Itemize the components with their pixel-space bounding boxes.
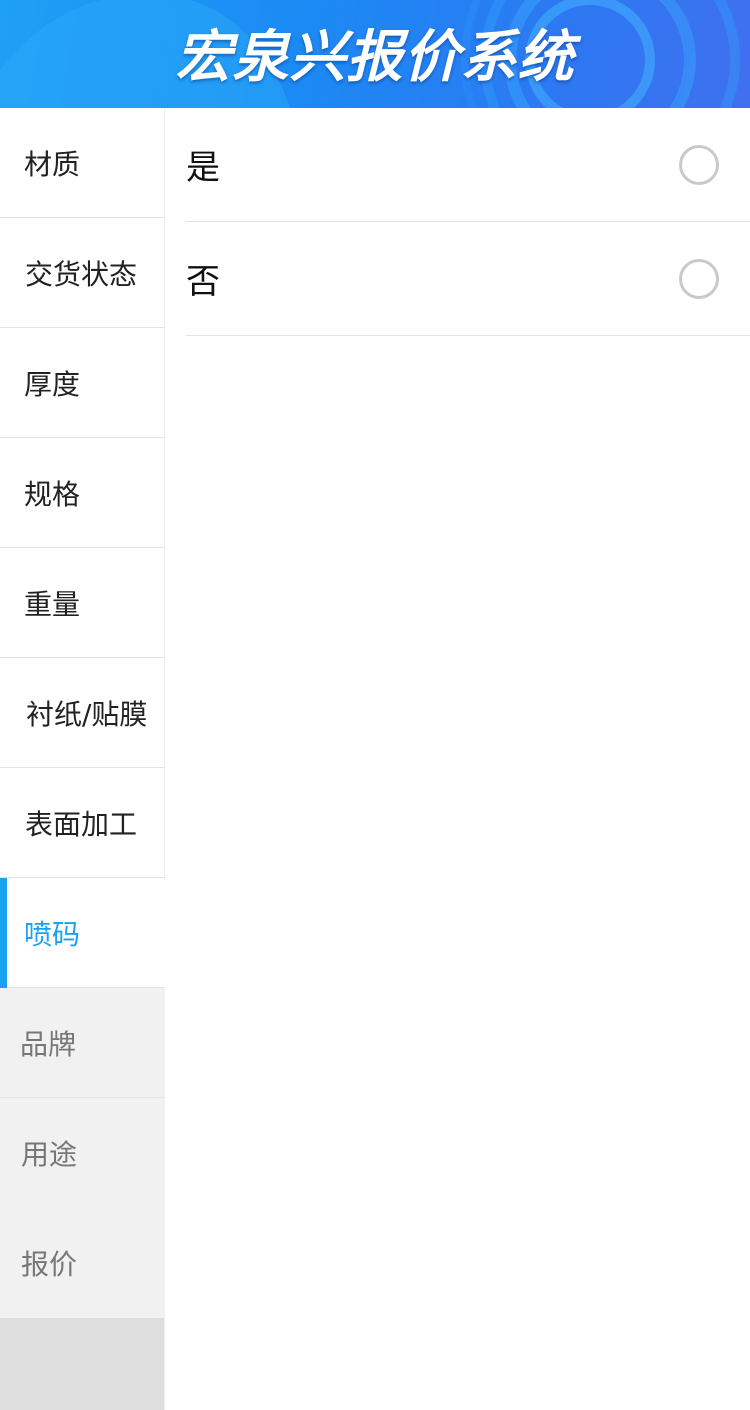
option-label: 是 [186,148,220,188]
sidebar-item-inkjet-code[interactable]: 喷码 [0,878,165,988]
sidebar-item-label: 厚度 [24,367,81,401]
sidebar-item-surface-treatment[interactable]: 表面加工 [0,768,165,878]
active-indicator [0,878,7,988]
option-yes[interactable]: 是 [186,108,750,222]
app-header: 宏泉兴报价系统 [0,0,750,108]
option-label: 否 [186,262,220,302]
sidebar-item-quote[interactable]: 报价 [0,1208,165,1318]
sidebar-item-label: 重量 [24,587,81,621]
sidebar-item-thickness[interactable]: 厚度 [0,328,165,438]
sidebar-item-label: 交货状态 [25,257,138,291]
app-title: 宏泉兴报价系统 [175,24,575,90]
sidebar-item-label: 喷码 [24,917,81,951]
sidebar-item-brand[interactable]: 品牌 [0,988,165,1098]
sidebar-item-usage[interactable]: 用途 [0,1098,165,1208]
radio-button[interactable] [679,259,719,299]
sidebar-item-label: 品牌 [20,1027,77,1061]
sidebar-bottom-filler [0,1318,164,1410]
sidebar-item-label: 衬纸/贴膜 [26,697,148,731]
option-list: 是 否 [186,108,750,336]
sidebar-item-label: 用途 [21,1138,78,1171]
sidebar-item-label: 材质 [24,147,81,181]
sidebar-item-label: 报价 [21,1248,78,1281]
radio-button[interactable] [679,145,719,185]
sidebar-item-liner-film[interactable]: 衬纸/贴膜 [0,658,165,768]
sidebar-item-material[interactable]: 材质 [0,108,165,218]
sidebar-divider [164,108,165,878]
sidebar-item-label: 表面加工 [25,807,138,841]
sidebar-item-delivery-state[interactable]: 交货状态 [0,218,165,328]
category-sidebar: 材质 交货状态 厚度 规格 重量 衬纸/贴膜 表面加工 喷码 品牌 用途 报价 [0,108,165,1410]
sidebar-item-label: 规格 [24,477,81,511]
option-no[interactable]: 否 [186,222,750,336]
sidebar-item-spec[interactable]: 规格 [0,438,165,548]
sidebar-item-weight[interactable]: 重量 [0,548,165,658]
